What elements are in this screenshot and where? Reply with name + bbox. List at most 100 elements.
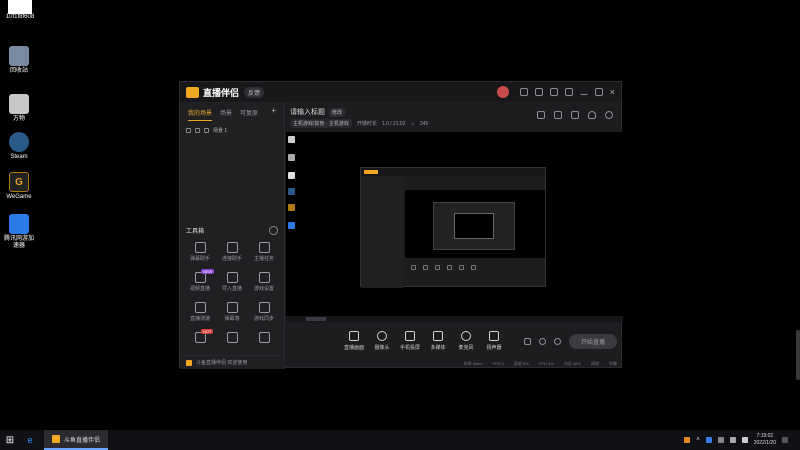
start-button[interactable]: ⊞ xyxy=(0,430,20,450)
layout-icon[interactable] xyxy=(554,111,562,119)
tool-icon xyxy=(226,302,238,313)
edit-title-button[interactable]: 修改 xyxy=(329,107,346,117)
camera-button[interactable]: 摄像头 xyxy=(368,331,396,351)
tool-item[interactable]: 直播测速 xyxy=(184,302,216,322)
tool-item[interactable]: 游戏设置 xyxy=(248,272,280,292)
desktop-icon-recycle-bin[interactable]: 回收站 xyxy=(2,46,36,75)
avatar[interactable] xyxy=(496,86,509,98)
tool-label: 游戏同步 xyxy=(253,316,274,322)
desktop-icon-wegame[interactable]: G WeGame xyxy=(2,172,36,201)
version-tag[interactable]: 反馈 xyxy=(244,86,265,98)
tools-grid: 弹幕助手 连接助手 主播任务 NEW 视频直播 导入直播 游戏设置 直播测速 弹幕… xyxy=(184,242,280,346)
phone-cast-button[interactable]: 手机投屏 xyxy=(396,331,424,351)
preview-desktop-icon xyxy=(288,204,295,211)
desktop-icon-steam[interactable]: Steam xyxy=(2,132,36,161)
duration-label: 开播时长 xyxy=(356,121,377,127)
notification-icon[interactable] xyxy=(782,437,788,443)
tool-icon xyxy=(258,332,270,343)
desktop-icon-label: 腾讯网游加速器 xyxy=(3,236,34,249)
tab-restorable[interactable]: 可复原 xyxy=(240,108,258,121)
desktop-top-label: 10f1f8f608 xyxy=(2,0,38,20)
edge-browser-icon[interactable]: e xyxy=(20,430,40,450)
speaker-icon xyxy=(489,331,499,341)
tool-item[interactable]: 导入直播 xyxy=(216,272,248,292)
gear-icon[interactable] xyxy=(553,337,561,345)
windows-taskbar: ⊞ e 斗鱼直播伴侣 ˄ 7:19:02 2022/1/20 xyxy=(0,430,800,450)
tool-item[interactable]: 弹幕墙 xyxy=(216,302,248,322)
preview-desktop-icon xyxy=(288,154,295,161)
footer-logo-icon xyxy=(186,359,192,366)
stream-title[interactable]: 请输入标题 xyxy=(290,107,325,117)
screen-capture-button[interactable]: 直播画面 xyxy=(340,331,368,351)
microphone-button[interactable]: 麦克风 xyxy=(452,331,480,351)
shield-icon[interactable] xyxy=(705,437,712,443)
app-logo-icon xyxy=(186,86,199,98)
preview-desktop-icon xyxy=(288,136,295,143)
tab-scene[interactable]: 场景 xyxy=(220,108,232,121)
tool-item[interactable]: HOT xyxy=(184,329,216,346)
chevron-up-icon[interactable]: ˄ xyxy=(696,437,700,443)
lock-icon[interactable] xyxy=(195,128,200,133)
app-title: 直播伴侣 xyxy=(203,87,240,98)
desktop-icon-computer[interactable]: 万物 xyxy=(2,94,36,123)
new-badge: NEW xyxy=(201,269,215,274)
settings-icon[interactable] xyxy=(549,88,558,96)
menu-icon[interactable] xyxy=(564,88,573,96)
edge-scrollbar[interactable] xyxy=(796,330,800,380)
tool-item[interactable]: 弹幕助手 xyxy=(184,242,216,262)
tab-my-scene[interactable]: 我的场景 xyxy=(188,108,213,121)
viewers-count: 245 xyxy=(419,120,429,127)
clock-time: 7:19:02 xyxy=(756,433,774,439)
record-icon[interactable] xyxy=(523,337,531,345)
close-icon[interactable]: × xyxy=(610,87,615,97)
speaker-button[interactable]: 扬声器 xyxy=(480,331,508,351)
tool-item[interactable]: 连接助手 xyxy=(216,242,248,262)
maximize-icon[interactable] xyxy=(594,88,603,96)
input-method-icon[interactable] xyxy=(741,437,748,443)
volume-icon[interactable] xyxy=(729,437,736,443)
left-footer: 斗鱼直播伴侣 欢迎使用 xyxy=(180,355,284,369)
clock-date: 2022/1/20 xyxy=(753,440,776,446)
start-stream-button[interactable]: 开始直播 xyxy=(568,333,617,349)
status-item: 网络 xyxy=(591,360,599,366)
share-icon[interactable] xyxy=(605,111,613,119)
tool-icon xyxy=(258,242,270,253)
category-chip[interactable]: 主机游戏/其他 · 主机游戏 xyxy=(290,119,352,128)
media-button[interactable]: 多媒体 xyxy=(424,331,452,351)
bell-icon[interactable] xyxy=(588,111,596,119)
desktop-icon-label: WeGame xyxy=(6,194,32,200)
more-icon[interactable] xyxy=(269,226,278,235)
visibility-icon[interactable] xyxy=(538,337,546,345)
tool-icon xyxy=(194,302,206,313)
gift-icon[interactable] xyxy=(571,111,579,119)
add-tab-button[interactable]: + xyxy=(271,107,276,121)
camera-icon xyxy=(377,331,387,341)
tool-item[interactable] xyxy=(248,332,280,346)
message-icon[interactable] xyxy=(519,88,528,96)
minimize-icon[interactable] xyxy=(579,90,588,95)
taskbar-app-livestream[interactable]: 斗鱼直播伴侣 xyxy=(44,430,109,450)
preview-nested-window xyxy=(360,167,546,288)
tool-item[interactable]: 主播任务 xyxy=(248,242,280,262)
tool-icon xyxy=(226,242,238,253)
network-icon[interactable] xyxy=(717,437,724,443)
tool-label: 连接助手 xyxy=(221,256,242,262)
clock[interactable]: 7:19:02 2022/1/20 xyxy=(754,433,776,447)
desktop-icon-label: Steam xyxy=(10,154,28,160)
screen-icon[interactable] xyxy=(537,111,545,119)
preview-canvas[interactable] xyxy=(286,132,623,322)
control-label: 手机投屏 xyxy=(399,345,420,351)
game-booster-icon xyxy=(9,214,29,234)
status-item: 码率 0kb/s xyxy=(463,360,483,366)
preview-desktop-icon xyxy=(288,188,295,195)
skin-icon[interactable] xyxy=(534,88,543,96)
tools-title: 工具箱 xyxy=(186,229,205,235)
tool-item[interactable] xyxy=(216,332,248,346)
duration-value: 1.0 / 21:02 xyxy=(381,120,406,127)
eye-icon[interactable] xyxy=(186,128,191,133)
tool-item[interactable]: 游戏同步 xyxy=(248,302,280,322)
tray-app-icon[interactable] xyxy=(684,437,691,443)
desktop-icon-game-booster[interactable]: 腾讯网游加速器 xyxy=(2,214,36,250)
tool-item[interactable]: NEW 视频直播 xyxy=(184,269,216,292)
scene-row[interactable]: 场景 1 xyxy=(180,121,284,140)
